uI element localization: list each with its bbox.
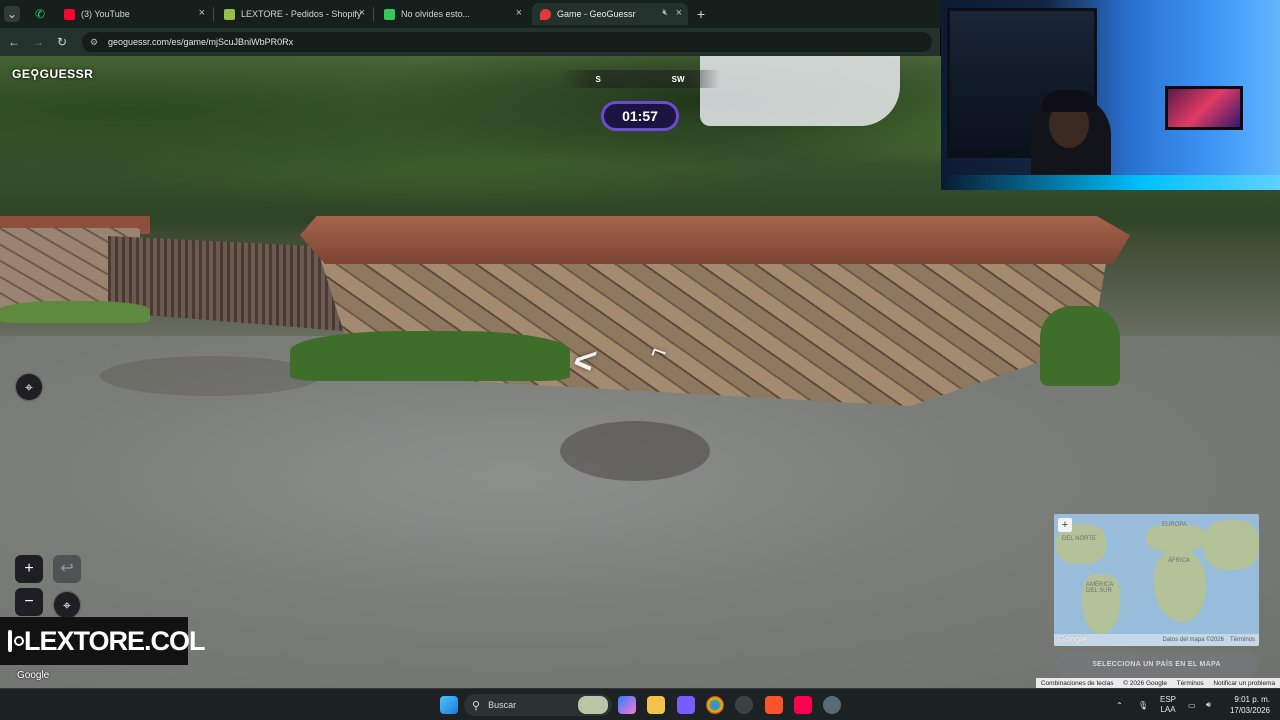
address-bar-row: ← → ↻ ⚙︎ geoguessr.com/es/game/mjScuJBni… — [0, 28, 940, 56]
map-label: AMÉRICA DEL SUR — [1086, 582, 1114, 594]
tab-label: No olvides esto... — [401, 9, 471, 19]
road-stain — [100, 356, 320, 396]
close-tab-icon[interactable]: × — [359, 7, 365, 19]
webcam-monitor — [1165, 86, 1243, 130]
round-timer: 01:57 — [601, 101, 679, 131]
map-label: EUROPA — [1162, 522, 1187, 528]
taskbar-search-label: Buscar — [488, 700, 517, 710]
new-tab-button[interactable]: + — [693, 6, 709, 22]
file-explorer-icon[interactable] — [647, 696, 665, 714]
grass-patch — [0, 301, 150, 323]
zoom-out-button[interactable]: − — [15, 588, 43, 616]
geoguessr-icon — [540, 8, 551, 20]
screen: ⌄ ✆ (3) YouTube × LEXTORE - Pedidos - Sh… — [0, 0, 1280, 720]
volume-icon[interactable]: 🔊︎ — [1206, 689, 1211, 720]
sky — [700, 56, 900, 126]
language-code: ESP — [1160, 695, 1177, 704]
site-settings-icon[interactable]: ⚙︎ — [90, 37, 100, 47]
close-tab-icon[interactable]: × — [199, 7, 205, 19]
map-label: ÁFRICA — [1168, 558, 1191, 564]
tab-search-button[interactable]: ⌄ — [4, 6, 20, 22]
reload-icon[interactable]: ↻ — [54, 34, 70, 50]
whatsapp-icon[interactable]: ✆ — [32, 6, 48, 22]
forward-icon[interactable]: → — [30, 34, 46, 50]
tab-label: (3) YouTube — [81, 9, 130, 19]
compass: S SW — [560, 70, 720, 88]
app-icon[interactable] — [677, 696, 695, 714]
chrome-icon[interactable] — [706, 696, 724, 714]
grass-patch — [290, 331, 570, 381]
undo-move-button[interactable]: ↩ — [53, 555, 81, 583]
settings-icon[interactable] — [823, 696, 841, 714]
guess-minimap[interactable]: + DEL NORTE EUROPA ÁFRICA AMÉRICA DEL SU… — [1054, 514, 1259, 646]
led-strip — [941, 175, 1280, 190]
streamer-cap — [1041, 90, 1097, 112]
clock-time: 9:01 p. m. — [1234, 695, 1270, 704]
url-field[interactable]: ⚙︎ geoguessr.com/es/game/mjScuJBniWbPR0R… — [82, 32, 932, 52]
report-problem-link[interactable]: Notificar un problema — [1213, 680, 1275, 687]
tab-geoguessr[interactable]: Game - GeoGuessr 🔇︎ × — [532, 3, 688, 25]
map-asia — [1204, 520, 1259, 570]
shopify-icon — [224, 8, 235, 20]
clock[interactable]: 9:01 p. m. 17/03/2026 — [1230, 694, 1270, 716]
keyboard-layout: LAA — [1160, 705, 1176, 714]
app-icon[interactable] — [735, 696, 753, 714]
tiktok-icon[interactable] — [794, 696, 812, 714]
tab-label: LEXTORE - Pedidos - Shopify — [241, 9, 362, 19]
geoguessr-logo[interactable]: GE⚲GUESSR — [12, 67, 93, 81]
tab-shopify[interactable]: LEXTORE - Pedidos - Shopify × — [216, 3, 371, 25]
windows-taskbar: ⚲ Buscar ⌃ 🎙︎ ESP LAA ▭ 🔊︎ 9:01 p. m. 17… — [0, 688, 1280, 720]
zoom-in-button[interactable]: + — [15, 555, 43, 583]
copyright-text: © 2026 Google — [1123, 679, 1167, 687]
tab-label: Game - GeoGuessr — [557, 9, 636, 19]
minimap-zoom-in-button[interactable]: + — [1058, 518, 1072, 532]
compass-southwest: SW — [671, 74, 685, 84]
minimap-attribution: Datos del mapa ©2026 Términos — [1054, 634, 1259, 646]
youtube-icon — [64, 8, 75, 20]
map-terms-link[interactable]: Términos — [1230, 637, 1255, 643]
notion-icon — [384, 8, 395, 20]
show-hidden-icons[interactable]: ⌃ — [1116, 689, 1123, 720]
search-icon: ⚲ — [472, 699, 481, 712]
webcam-overlay — [941, 0, 1280, 190]
return-to-start-icon[interactable]: ⌖ — [54, 592, 80, 618]
tab-notion[interactable]: No olvides esto... × — [376, 3, 528, 25]
instagram-handle: LEXTORE.COL — [24, 625, 206, 656]
close-tab-icon[interactable]: × — [516, 7, 522, 19]
language-indicator[interactable]: ESP LAA — [1160, 689, 1176, 720]
close-tab-icon[interactable]: × — [676, 7, 682, 19]
widget-icon[interactable] — [578, 696, 608, 714]
set-location-pin-icon[interactable]: ⌖ — [16, 374, 42, 400]
url-text: geoguessr.com/es/game/mjScuJBniWbPR0Rx — [108, 37, 294, 47]
tab-youtube[interactable]: (3) YouTube × — [56, 3, 211, 25]
brave-icon[interactable] — [765, 696, 783, 714]
microphone-icon[interactable]: 🎙︎ — [1138, 689, 1148, 720]
copilot-icon[interactable] — [618, 696, 636, 714]
instagram-overlay: LEXTORE.COL — [0, 617, 206, 665]
map-label: DEL NORTE — [1062, 536, 1097, 542]
mute-icon[interactable]: 🔇︎ — [662, 7, 668, 18]
puddle — [560, 421, 710, 481]
google-footer: Combinaciones de teclas © 2026 Google Té… — [1036, 678, 1280, 688]
compass-south: S — [595, 74, 601, 84]
terms-link[interactable]: Términos — [1177, 680, 1204, 687]
grass-patch — [1040, 306, 1120, 386]
network-icon[interactable]: ▭ — [1188, 689, 1196, 720]
google-logo: Google — [17, 670, 50, 681]
start-button-icon[interactable] — [440, 696, 458, 714]
back-icon[interactable]: ← — [6, 34, 22, 50]
map-europe — [1146, 524, 1206, 552]
instagram-icon — [8, 630, 24, 652]
map-data-text: Datos del mapa ©2026 — [1162, 637, 1224, 643]
guess-button[interactable]: SELECCIONA UN PAÍS EN EL MAPA — [1055, 653, 1258, 677]
keyboard-shortcuts-link[interactable]: Combinaciones de teclas — [1041, 680, 1114, 687]
clock-date: 17/03/2026 — [1229, 706, 1270, 715]
tile-roof-wall-cap — [300, 216, 1130, 264]
